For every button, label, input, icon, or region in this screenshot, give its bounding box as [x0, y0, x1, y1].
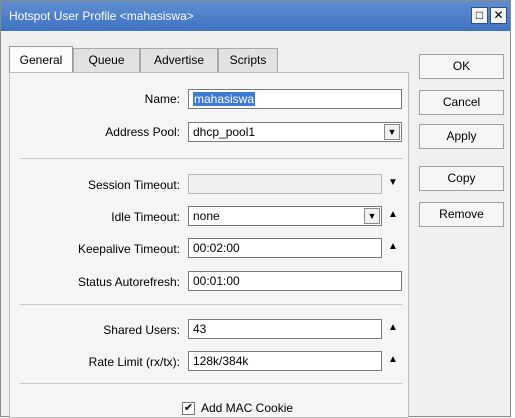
apply-button[interactable]: Apply	[419, 124, 504, 149]
shared-users-label: Shared Users:	[103, 323, 180, 337]
tab-general[interactable]: General	[9, 46, 73, 73]
session-timeout-expand-icon[interactable]: ▼	[388, 177, 398, 189]
check-icon: ✔	[183, 402, 194, 414]
session-timeout-field[interactable]	[188, 174, 382, 194]
idle-timeout-select[interactable]: none	[188, 206, 382, 226]
rate-limit-collapse-icon[interactable]: ▲	[388, 354, 398, 366]
session-timeout-label: Session Timeout:	[87, 178, 180, 192]
rate-limit-label: Rate Limit (rx/tx):	[88, 355, 180, 369]
copy-button[interactable]: Copy	[419, 166, 504, 191]
idle-timeout-label: Idle Timeout:	[111, 210, 180, 224]
ok-button[interactable]: OK	[419, 54, 504, 79]
idle-timeout-dropdown-icon[interactable]: ▼	[364, 208, 380, 224]
add-mac-cookie-checkbox[interactable]: ✔	[182, 402, 195, 415]
maximize-icon[interactable]: □	[471, 7, 488, 24]
title-bar[interactable]: Hotspot User Profile <mahasiswa> □ ✕	[1, 1, 510, 31]
rate-limit-field[interactable]: 128k/384k	[188, 351, 382, 371]
separator	[20, 304, 403, 305]
keepalive-timeout-collapse-icon[interactable]: ▲	[388, 241, 398, 253]
idle-timeout-value: none	[193, 209, 220, 223]
address-pool-value: dhcp_pool1	[193, 125, 256, 139]
add-mac-cookie-label: Add MAC Cookie	[201, 401, 294, 415]
keepalive-timeout-field[interactable]: 00:02:00	[188, 238, 382, 258]
idle-timeout-collapse-icon[interactable]: ▲	[388, 209, 398, 221]
tab-queue[interactable]: Queue	[73, 48, 140, 72]
tab-scripts[interactable]: Scripts	[218, 48, 278, 72]
cancel-button[interactable]: Cancel	[419, 90, 504, 115]
status-autorefresh-value: 00:01:00	[193, 274, 240, 288]
rate-limit-value: 128k/384k	[193, 354, 249, 368]
shared-users-field[interactable]: 43	[188, 319, 382, 339]
keepalive-timeout-value: 00:02:00	[193, 241, 240, 255]
address-pool-dropdown-icon[interactable]: ▼	[384, 124, 400, 140]
name-field[interactable]: mahasiswa	[188, 89, 402, 109]
general-panel: Name: mahasiswa Address Pool: dhcp_pool1…	[9, 72, 409, 418]
keepalive-timeout-label: Keepalive Timeout:	[77, 242, 180, 256]
close-icon[interactable]: ✕	[490, 7, 507, 24]
separator	[20, 383, 403, 384]
status-autorefresh-field[interactable]: 00:01:00	[188, 271, 402, 291]
shared-users-collapse-icon[interactable]: ▲	[388, 322, 398, 334]
status-autorefresh-label: Status Autorefresh:	[77, 275, 180, 289]
window-title: Hotspot User Profile <mahasiswa>	[9, 9, 194, 23]
tab-advertise[interactable]: Advertise	[140, 48, 218, 72]
name-label: Name:	[144, 92, 180, 106]
address-pool-select[interactable]: dhcp_pool1	[188, 122, 402, 142]
remove-button[interactable]: Remove	[419, 202, 504, 227]
shared-users-value: 43	[193, 322, 207, 336]
address-pool-label: Address Pool:	[105, 125, 180, 139]
name-value: mahasiswa	[193, 92, 256, 106]
hotspot-user-profile-window: Hotspot User Profile <mahasiswa> □ ✕ Gen…	[0, 0, 511, 418]
separator	[20, 158, 403, 159]
